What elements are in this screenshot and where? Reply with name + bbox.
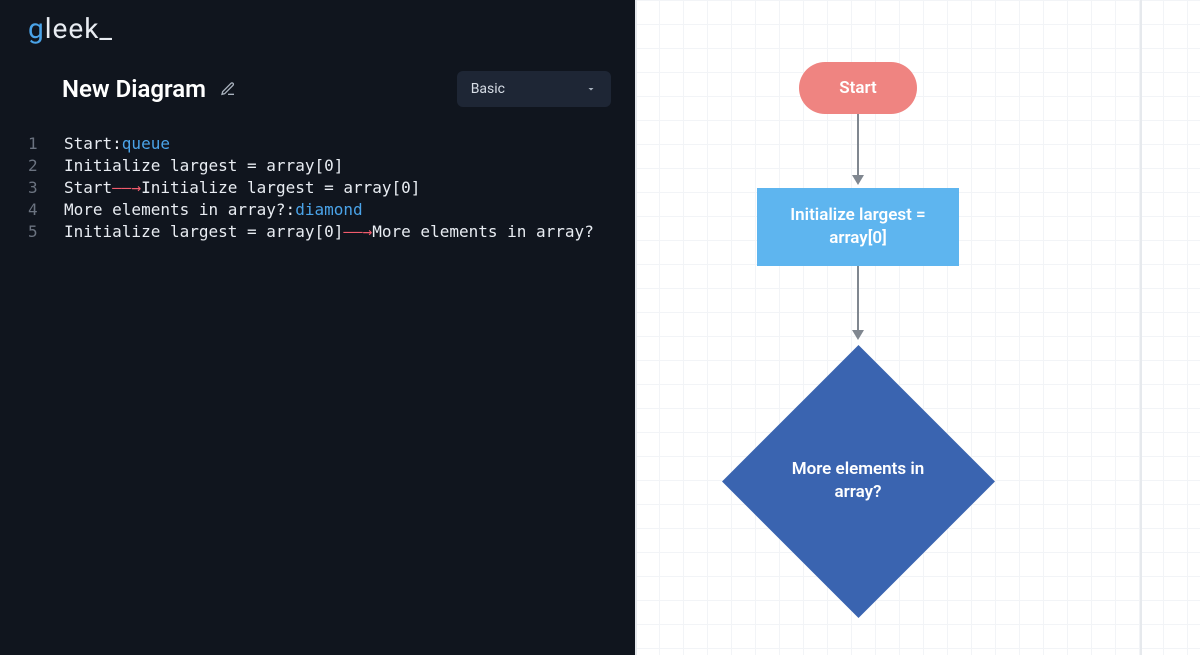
code-text: Initialize largest = array[0]	[64, 155, 343, 177]
flow-node-start[interactable]: Start	[799, 62, 917, 114]
flow-edge	[857, 114, 859, 177]
arrowhead-icon	[852, 330, 864, 340]
header-row: New Diagram Basic	[0, 53, 635, 125]
node-label: Start	[839, 78, 876, 98]
logo-g: g	[28, 12, 45, 45]
code-line: 2 Initialize largest = array[0]	[24, 155, 611, 177]
code-line: 3 Start——→Initialize largest = array[0]	[24, 177, 611, 199]
diagram-type-dropdown[interactable]: Basic	[457, 71, 611, 107]
dropdown-label: Basic	[471, 81, 505, 97]
flow-node-decision[interactable]: More elements in array?	[721, 344, 995, 618]
node-label: Initialize largest = array[0]	[771, 204, 945, 250]
edit-icon[interactable]	[220, 81, 236, 97]
node-label: More elements in array?	[778, 458, 938, 504]
app-root: gleek_ New Diagram Basic 1 Start:queue	[0, 0, 1200, 655]
diagram-title: New Diagram	[62, 75, 206, 103]
line-number: 4	[24, 199, 64, 221]
logo: gleek_	[0, 0, 635, 53]
logo-rest: leek_	[45, 12, 113, 45]
line-number: 5	[24, 221, 64, 243]
divider-handle[interactable]	[621, 212, 635, 215]
flow-edge	[857, 266, 859, 332]
code-text: Start——→Initialize largest = array[0]	[64, 177, 420, 199]
line-number: 1	[24, 133, 64, 155]
code-text: Initialize largest = array[0]——→More ele…	[64, 221, 594, 243]
canvas-panel[interactable]: Start Initialize largest = array[0] More…	[635, 0, 1200, 655]
code-line: 1 Start:queue	[24, 133, 611, 155]
chevron-down-icon	[585, 83, 597, 95]
divider-handle[interactable]	[621, 206, 635, 209]
line-number: 3	[24, 177, 64, 199]
code-editor[interactable]: 1 Start:queue 2 Initialize largest = arr…	[0, 125, 635, 251]
flowchart-stage: Start Initialize largest = array[0] More…	[635, 0, 1200, 655]
code-line: 5 Initialize largest = array[0]——→More e…	[24, 221, 611, 243]
code-text: Start:queue	[64, 133, 170, 155]
line-number: 2	[24, 155, 64, 177]
logo-text: gleek_	[28, 12, 113, 45]
code-line: 4 More elements in array?:diamond	[24, 199, 611, 221]
code-text: More elements in array?:diamond	[64, 199, 363, 221]
arrowhead-icon	[852, 175, 864, 185]
editor-panel: gleek_ New Diagram Basic 1 Start:queue	[0, 0, 635, 655]
flow-node-process[interactable]: Initialize largest = array[0]	[757, 188, 959, 266]
